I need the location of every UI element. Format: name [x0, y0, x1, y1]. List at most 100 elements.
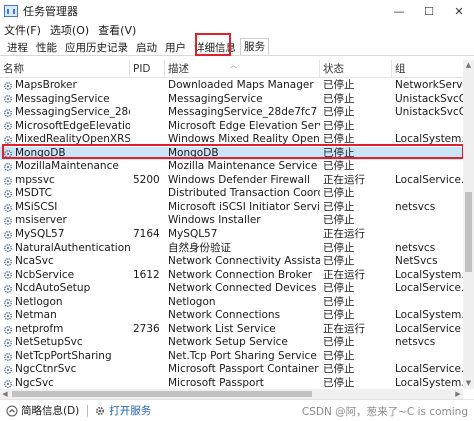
- table-row[interactable]: MySQL57 7164 MySQL57 正在运行: [0, 228, 463, 242]
- table-row[interactable]: MapsBroker Downloaded Maps Manager 已停止 Netw…: [0, 79, 463, 93]
- service-description: MessagingService_28de7fc7: [168, 106, 318, 119]
- table-row[interactable]: MicrosoftEdgeElevationS... Microsoft Edge…: [0, 120, 463, 134]
- service-description: Distributed Transaction Coordinat...: [168, 187, 320, 200]
- service-name: NgcCtnrSvc: [15, 363, 77, 376]
- scroll-left-icon[interactable]: ◀: [0, 389, 10, 399]
- column-header-name[interactable]: 名称: [0, 59, 130, 78]
- table-row[interactable]: MongoDB MongoDB 已停止: [0, 146, 463, 161]
- scroll-right-icon[interactable]: ▶: [453, 389, 463, 399]
- task-manager-icon: [4, 5, 18, 17]
- table-row[interactable]: MSDTC Distributed Transaction Coordinat..…: [0, 187, 463, 201]
- table-row[interactable]: MozillaMaintenance Mozilla Maintenance Se…: [0, 160, 463, 174]
- tab-startup[interactable]: 启动: [132, 39, 161, 55]
- service-status: 已停止: [323, 146, 355, 159]
- service-gear-icon: [3, 94, 13, 104]
- tab-users[interactable]: 用户: [161, 39, 190, 55]
- service-name: NetSetupSvc: [15, 336, 83, 349]
- service-name: NcbService: [15, 268, 75, 281]
- tab-services[interactable]: 服务: [240, 38, 269, 55]
- column-header-pid[interactable]: PID: [130, 59, 165, 78]
- service-pid: [130, 255, 165, 269]
- table-row[interactable]: NetSetupSvc Network Setup Service 已停止 netsv…: [0, 336, 463, 350]
- table-row[interactable]: NcdAutoSetup Network Connected Devices Au…: [0, 282, 463, 296]
- service-group: LocalSystem...: [395, 268, 463, 281]
- table-row[interactable]: NgcCtnrSvc Microsoft Passport Container 已停…: [0, 363, 463, 377]
- service-group: LocalService...: [395, 363, 463, 376]
- table-row[interactable]: MixedRealityOpenXRSvc Windows Mixed Reali…: [0, 133, 463, 147]
- menu-bar: 文件(F) 选项(O) 查看(V): [0, 22, 474, 38]
- service-name-cell: NaturalAuthentication: [0, 242, 130, 256]
- column-header-description[interactable]: 描述: [165, 59, 320, 78]
- menu-file[interactable]: 文件(F): [4, 22, 41, 38]
- horizontal-scrollbar[interactable]: ◀ ▶: [0, 389, 463, 399]
- menu-view[interactable]: 查看(V): [98, 22, 136, 38]
- service-description: Network List Service: [168, 322, 276, 335]
- menu-options[interactable]: 选项(O): [50, 22, 89, 38]
- service-name: Netlogon: [15, 295, 63, 308]
- service-group: [392, 120, 463, 134]
- vertical-scroll-thumb[interactable]: [465, 192, 472, 272]
- table-row[interactable]: MessagingService MessagingService 已停止 Unist…: [0, 93, 463, 107]
- tab-app-history[interactable]: 应用历史记录: [61, 39, 132, 55]
- table-row[interactable]: Netlogon Netlogon 已停止: [0, 296, 463, 310]
- service-name-cell: MySQL57: [0, 228, 130, 242]
- service-pid: 1612: [133, 268, 160, 281]
- table-row[interactable]: MSiSCSI Microsoft iSCSI Initiator Service…: [0, 201, 463, 215]
- csdn-watermark: CSDN @阿，葱来了~C is coming: [301, 406, 468, 418]
- service-description: Windows Installer: [168, 214, 261, 227]
- service-name: netprofm: [15, 322, 64, 335]
- service-group: LocalService...: [395, 173, 463, 186]
- service-status: 正在运行: [323, 228, 365, 241]
- tab-bar: 进程 性能 应用历史记录 启动 用户 详细信息 服务: [0, 38, 474, 56]
- service-name: MessagingService: [15, 92, 110, 105]
- table-row[interactable]: NetTcpPortSharing Net.Tcp Port Sharing Se…: [0, 350, 463, 364]
- service-name-cell: NcaSvc: [0, 255, 130, 269]
- service-name: MSiSCSI: [15, 200, 58, 213]
- table-row[interactable]: NaturalAuthentication 自然身份验证 已停止 netsvcs: [0, 242, 463, 256]
- vertical-scrollbar[interactable]: ▲ ▼: [463, 60, 474, 389]
- service-description: 自然身份验证: [168, 241, 231, 254]
- service-description: Windows Defender Firewall: [168, 173, 310, 186]
- service-gear-icon: [3, 230, 13, 240]
- service-group: UnistackSvcG: [395, 106, 463, 119]
- service-gear-icon: [3, 162, 13, 172]
- service-status: 已停止: [323, 160, 355, 173]
- brief-info-toggle[interactable]: 简略信息(D): [6, 403, 79, 418]
- service-group: LocalSystem...: [395, 377, 463, 389]
- scroll-down-icon[interactable]: ▼: [463, 378, 474, 389]
- close-button[interactable]: ✕: [444, 0, 474, 22]
- tab-performance[interactable]: 性能: [32, 39, 61, 55]
- table-row[interactable]: NgcSvc Microsoft Passport 已停止 LocalSystem..…: [0, 377, 463, 389]
- service-group: [392, 187, 463, 201]
- open-services-link[interactable]: 打开服务: [94, 403, 151, 418]
- service-name: mpssvc: [15, 173, 55, 186]
- service-name: MessagingService_28de...: [15, 106, 130, 119]
- service-pid: [130, 296, 165, 310]
- service-description: Downloaded Maps Manager: [168, 79, 314, 91]
- minimize-button[interactable]: —: [384, 0, 414, 22]
- table-row[interactable]: Netman Network Connections 已停止 LocalSystem.…: [0, 309, 463, 323]
- service-pid: [130, 93, 165, 107]
- service-status: 已停止: [323, 92, 355, 105]
- table-row[interactable]: netprofm 2736 Network List Service 正在运行 Loca…: [0, 323, 463, 337]
- service-pid: [130, 147, 165, 161]
- service-group: LocalSystem...: [395, 309, 463, 322]
- table-row[interactable]: NcbService 1612 Network Connection Broker 正…: [0, 269, 463, 283]
- table-row[interactable]: mpssvc 5200 Windows Defender Firewall 正在运行 L…: [0, 174, 463, 188]
- tab-processes[interactable]: 进程: [3, 39, 32, 55]
- table-row[interactable]: msiserver Windows Installer 已停止: [0, 214, 463, 228]
- service-name-cell: MicrosoftEdgeElevationS...: [0, 120, 130, 134]
- column-header-group[interactable]: 组: [392, 60, 463, 78]
- maximize-button[interactable]: ☐: [414, 0, 444, 22]
- service-description: MessagingService: [168, 92, 263, 105]
- service-name-cell: NgcSvc: [0, 377, 130, 389]
- horizontal-scroll-thumb[interactable]: [12, 391, 312, 397]
- service-name-cell: NcbService: [0, 269, 130, 283]
- service-description: Windows Mixed Reality OpenXR S...: [168, 133, 320, 146]
- table-row[interactable]: NcaSvc Network Connectivity Assistant 已停止 N…: [0, 255, 463, 269]
- table-row[interactable]: MessagingService_28de... MessagingService…: [0, 106, 463, 120]
- service-gear-icon: [3, 176, 13, 186]
- scroll-up-icon[interactable]: ▲: [463, 60, 474, 71]
- service-status: 已停止: [323, 187, 355, 200]
- column-header-status[interactable]: 状态: [320, 59, 392, 78]
